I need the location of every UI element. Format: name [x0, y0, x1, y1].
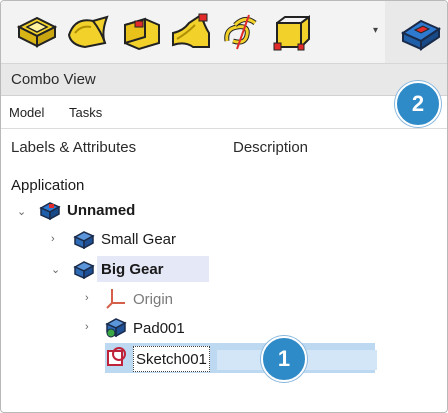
combo-view-title: Combo View	[11, 71, 96, 88]
tree-item-small-gear[interactable]: Small Gear	[101, 227, 176, 251]
column-header-labels[interactable]: Labels & Attributes	[11, 139, 136, 156]
body-icon	[73, 261, 95, 279]
chevron-right-icon[interactable]: ›	[85, 292, 89, 304]
tab-tasks[interactable]: Tasks	[69, 105, 102, 120]
tree-item-pad001[interactable]: Pad001	[133, 316, 185, 340]
pad-feature-icon	[105, 318, 127, 338]
tree-item-label: Big Gear	[101, 260, 164, 278]
step-badge-2: 2	[395, 81, 441, 127]
tab-bar: Model Tasks	[1, 96, 447, 132]
document-icon	[39, 202, 61, 220]
tab-model[interactable]: Model	[9, 105, 44, 120]
chevron-right-icon[interactable]: ›	[51, 233, 55, 245]
sketch-icon	[107, 347, 126, 366]
tree-item-label: Origin	[133, 290, 174, 308]
tree-item-big-gear[interactable]: Big Gear	[101, 257, 164, 281]
tree-item-label: Sketch001	[136, 350, 207, 368]
revolution-icon[interactable]	[65, 11, 111, 51]
pad-icon[interactable]	[15, 11, 59, 51]
chevron-right-icon[interactable]: ›	[85, 321, 89, 333]
origin-icon	[106, 289, 125, 309]
body-icon	[73, 231, 95, 249]
step-badge-1: 1	[261, 336, 307, 382]
combo-view-title-bar: Combo View	[1, 64, 447, 96]
additive-loft-icon[interactable]	[119, 11, 163, 51]
part-design-toolbar: ▾	[1, 1, 447, 64]
column-header-description[interactable]: Description	[233, 139, 308, 156]
additive-pipe-icon[interactable]	[169, 11, 213, 51]
additive-primitive-icon[interactable]	[271, 11, 317, 51]
tree-item-label: Unnamed	[67, 201, 136, 219]
chevron-down-icon[interactable]: ⌄	[17, 205, 26, 218]
tree-root-label: Application	[11, 176, 85, 194]
tree-item-unnamed[interactable]: Unnamed	[67, 198, 135, 222]
additive-helix-icon[interactable]	[219, 11, 263, 51]
tab-divider	[1, 128, 447, 129]
combo-view-panel: ▾ Combo View Model Tasks Labels & Attrib…	[0, 0, 448, 413]
create-sketch-icon[interactable]	[397, 13, 443, 53]
tree-item-sketch001[interactable]: Sketch001	[133, 346, 210, 372]
chevron-down-icon[interactable]: ⌄	[51, 263, 60, 276]
tree-item-label: Pad001	[133, 319, 185, 337]
primitive-dropdown-icon[interactable]: ▾	[373, 25, 378, 36]
tree-item-label: Small Gear	[101, 230, 177, 248]
tree-root-application: Application	[11, 173, 84, 197]
tree-item-origin[interactable]: Origin	[133, 287, 173, 311]
